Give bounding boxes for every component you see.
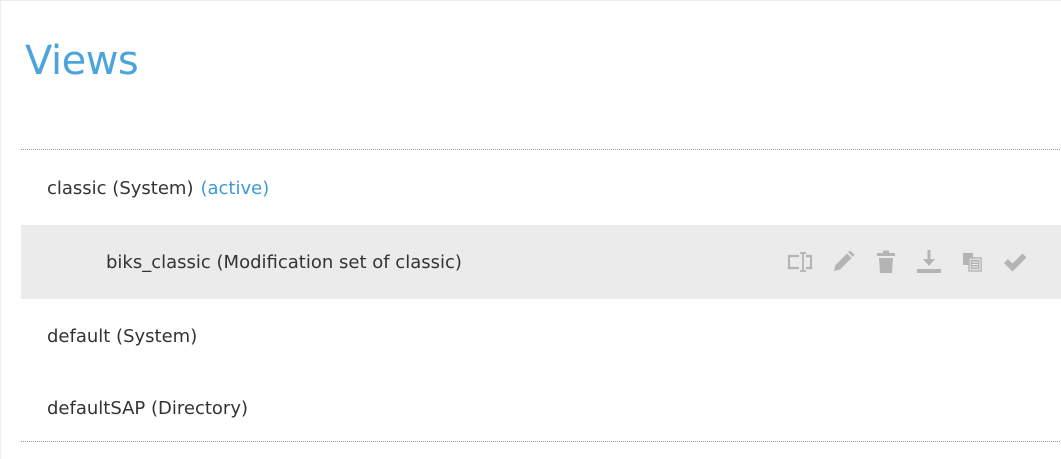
- view-item-defaultsap[interactable]: defaultSAP (Directory): [21, 371, 1061, 445]
- download-button[interactable]: [912, 245, 946, 279]
- download-icon: [917, 250, 941, 273]
- view-item-label: default (System): [47, 325, 198, 347]
- delete-button[interactable]: [869, 245, 903, 279]
- copy-icon: [963, 253, 982, 272]
- view-item-classic[interactable]: classic (System) (active): [21, 151, 1061, 225]
- view-item-label: defaultSAP (Directory): [47, 397, 248, 419]
- bottom-divider: [21, 441, 1061, 442]
- pencil-icon: [834, 250, 855, 271]
- views-panel: Views classic (System) (active) biks_clas…: [0, 0, 1061, 459]
- view-item-label: biks_classic (Modification set of classi…: [106, 251, 462, 273]
- row-actions: [774, 225, 1032, 299]
- activate-button[interactable]: [998, 245, 1032, 279]
- active-badge: (active): [200, 177, 270, 199]
- edit-button[interactable]: [826, 245, 860, 279]
- view-item-default[interactable]: default (System): [21, 299, 1061, 373]
- view-name: classic (System): [47, 177, 194, 199]
- top-divider: [21, 149, 1061, 150]
- rename-icon: [787, 252, 813, 272]
- view-item-biks-classic[interactable]: biks_classic (Modification set of classi…: [21, 225, 1061, 299]
- checkmark-icon: [1004, 253, 1027, 272]
- view-item-label: classic (System) (active): [21, 178, 269, 199]
- trash-icon: [877, 250, 895, 273]
- page-title: Views: [25, 38, 139, 84]
- rename-button[interactable]: [783, 245, 817, 279]
- copy-button[interactable]: [955, 245, 989, 279]
